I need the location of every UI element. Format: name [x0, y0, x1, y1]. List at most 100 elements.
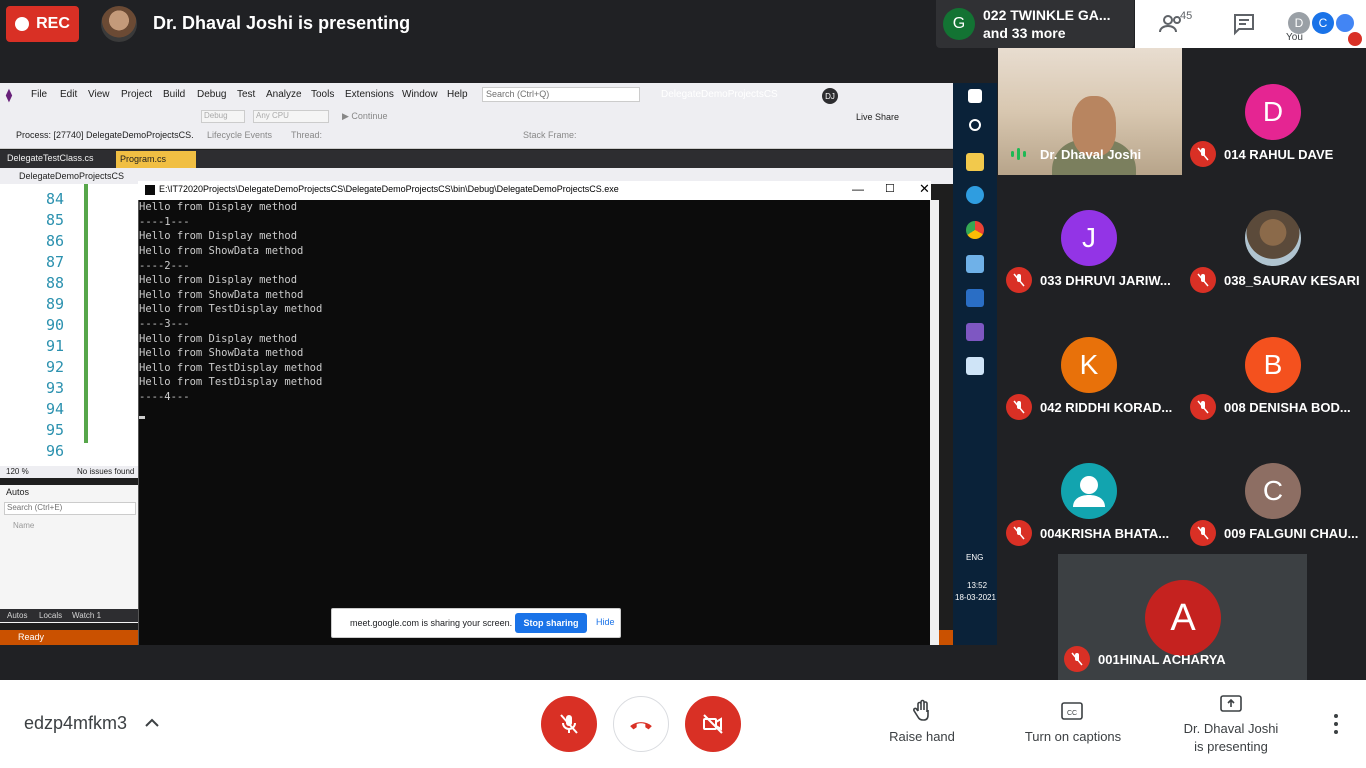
console-line: ----2--- — [139, 260, 190, 272]
vscode-icon[interactable] — [966, 289, 984, 307]
record-dot-icon — [15, 17, 30, 31]
hide-banner-link[interactable]: Hide — [596, 617, 615, 627]
process-select[interactable]: Process: [27740] DelegateDemoProjectsCS. — [16, 130, 194, 140]
lifecycle-events-button[interactable]: Lifecycle Events — [207, 130, 272, 140]
mic-muted-icon — [1006, 267, 1032, 293]
vs-search-input[interactable]: Search (Ctrl+Q) — [482, 87, 640, 102]
file-explorer-icon[interactable] — [966, 153, 984, 171]
chat-icon[interactable] — [1232, 12, 1256, 36]
windows-start-icon[interactable] — [968, 89, 982, 103]
participant-name: 009 FALGUNI CHAU... — [1224, 526, 1359, 541]
mic-muted-icon — [1006, 394, 1032, 420]
tab-autos[interactable]: Autos — [7, 611, 27, 620]
menu-edit[interactable]: Edit — [60, 89, 77, 100]
share-banner-text: meet.google.com is sharing your screen. — [350, 618, 513, 628]
participant-name: 001HINAL ACHARYA — [1098, 652, 1226, 667]
nav-project-dropdown[interactable]: DelegateDemoProjectsCS — [19, 171, 124, 181]
raise-hand-label[interactable]: Raise hand — [880, 729, 964, 744]
menu-file[interactable]: File — [31, 89, 47, 100]
meeting-code[interactable]: edzp4mfkm3 — [24, 713, 127, 734]
console-scrollbar[interactable] — [930, 200, 939, 645]
chevron-up-icon[interactable] — [143, 714, 161, 732]
mic-off-icon — [560, 714, 578, 734]
console-line: Hello from ShowData method — [139, 289, 304, 301]
tab-watch1[interactable]: Watch 1 — [72, 611, 101, 620]
presenter-avatar — [101, 6, 137, 42]
shared-screen: ⧫ File Edit View Project Build Debug Tes… — [0, 83, 997, 645]
edge-icon[interactable] — [966, 186, 984, 204]
menu-extensions[interactable]: Extensions — [345, 89, 394, 100]
continue-button[interactable]: ▶ Continue — [342, 111, 387, 122]
vs-project-name: DelegateDemoProjectsCS — [661, 89, 778, 100]
raise-hand-icon[interactable] — [910, 699, 934, 723]
console-line: Hello from Display method — [139, 333, 298, 345]
visual-studio-icon[interactable] — [966, 323, 984, 341]
vs-toolbar — [0, 107, 953, 149]
you-avatar-c[interactable]: C — [1312, 12, 1334, 34]
you-label: You — [1286, 32, 1303, 43]
presenting-title: Dr. Dhaval Joshi is presenting — [153, 13, 411, 33]
vs-user-avatar[interactable]: DJ — [822, 88, 838, 104]
tab-program[interactable]: Program.cs — [116, 151, 196, 168]
line-number: 94 — [46, 400, 65, 418]
stop-sharing-button[interactable]: Stop sharing — [515, 613, 587, 633]
captions-label[interactable]: Turn on captions — [1013, 729, 1133, 744]
menu-view[interactable]: View — [88, 89, 110, 100]
minimize-icon[interactable]: — — [852, 182, 864, 196]
menu-debug[interactable]: Debug — [197, 89, 226, 100]
menu-project[interactable]: Project — [121, 89, 152, 100]
more-options-icon[interactable] — [1326, 712, 1346, 736]
code-editor[interactable] — [0, 184, 138, 466]
participant-name: 042 RIDDHI KORAD... — [1040, 400, 1173, 415]
hang-up-icon — [630, 722, 652, 730]
menu-window[interactable]: Window — [402, 89, 438, 100]
console-line: Hello from TestDisplay method — [139, 303, 323, 315]
microphone-toggle-button[interactable] — [541, 696, 597, 752]
debug-config-select[interactable]: Debug — [201, 110, 245, 123]
zoom-select[interactable]: 120 % — [6, 467, 29, 476]
taskbar-date[interactable]: 18-03-2021 — [955, 593, 996, 602]
line-number: 87 — [46, 253, 65, 271]
taskbar-time[interactable]: 13:52 — [967, 581, 987, 590]
leave-call-button[interactable] — [613, 696, 669, 752]
autos-search-input[interactable]: Search (Ctrl+E) — [4, 502, 136, 515]
camera-toggle-button[interactable] — [685, 696, 741, 752]
line-number: 92 — [46, 358, 65, 376]
line-number: 91 — [46, 337, 65, 355]
console-app-icon[interactable] — [966, 357, 984, 375]
self-mic-muted-icon — [1348, 32, 1362, 46]
presenting-status[interactable]: Dr. Dhaval Joshi is presenting — [1170, 720, 1292, 756]
search-icon[interactable] — [969, 119, 981, 131]
store-icon[interactable] — [966, 255, 984, 273]
maximize-icon[interactable]: ☐ — [885, 182, 895, 195]
chrome-icon[interactable] — [966, 221, 984, 239]
console-line: Hello from TestDisplay method — [139, 376, 323, 388]
mic-muted-icon — [1190, 141, 1216, 167]
autos-name-column: Name — [13, 521, 35, 530]
self-avatar[interactable] — [1334, 12, 1356, 34]
close-icon[interactable]: ✕ — [919, 181, 930, 197]
svg-text:CC: CC — [1067, 710, 1077, 717]
no-issues-indicator[interactable]: No issues found — [77, 467, 134, 476]
console-line: ----1--- — [139, 216, 190, 228]
menu-help[interactable]: Help — [447, 89, 468, 100]
mic-muted-icon — [1190, 520, 1216, 546]
tab-delegatetestclass[interactable]: DelegateTestClass.cs — [7, 153, 94, 163]
participant-avatar: C — [1245, 463, 1301, 519]
present-screen-icon[interactable] — [1220, 694, 1242, 714]
platform-select[interactable]: Any CPU — [253, 110, 329, 123]
presenter-name: Dr. Dhaval Joshi — [1040, 147, 1142, 162]
taskbar-language[interactable]: ENG — [966, 553, 983, 562]
menu-tools[interactable]: Tools — [311, 89, 334, 100]
menu-test[interactable]: Test — [237, 89, 255, 100]
you-avatar-d[interactable]: D — [1288, 12, 1310, 34]
tab-locals[interactable]: Locals — [39, 611, 62, 620]
menu-analyze[interactable]: Analyze — [266, 89, 302, 100]
line-number: 96 — [46, 442, 65, 460]
camera-off-icon — [703, 714, 723, 734]
presenting-status-line2: is presenting — [1194, 739, 1268, 754]
captions-icon[interactable]: CC — [1061, 701, 1083, 721]
live-share-button[interactable]: Live Share — [856, 112, 899, 122]
menu-build[interactable]: Build — [163, 89, 185, 100]
console-path: E:\IT72020Projects\DelegateDemoProjectsC… — [159, 184, 619, 194]
